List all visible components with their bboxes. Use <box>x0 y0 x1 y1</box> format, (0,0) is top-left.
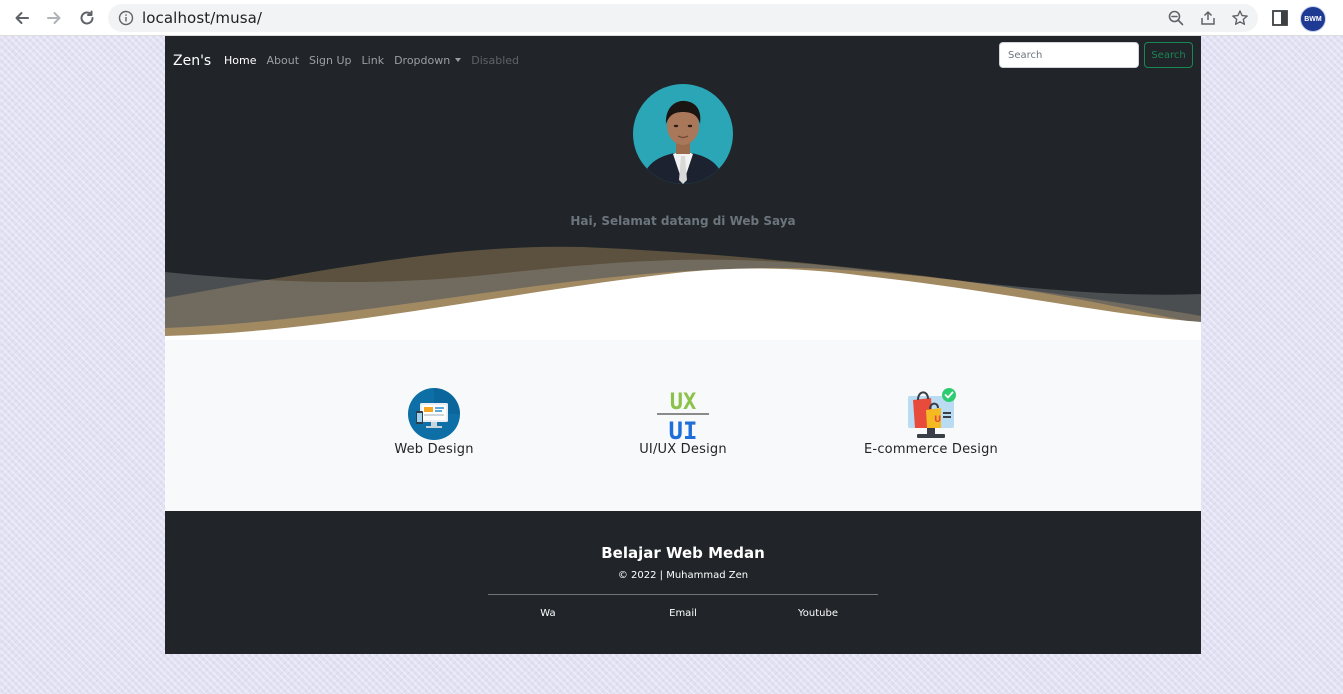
profile-avatar[interactable]: BWM <box>1300 6 1326 32</box>
service-uiux-design: UX UI UI/UX Design <box>583 386 783 457</box>
nav-links: Home About Sign Up Link Dropdown Disable… <box>219 54 524 67</box>
monitor-icon <box>408 388 460 440</box>
welcome-text: Hai, Selamat datang di Web Saya <box>570 214 796 228</box>
navbar-brand[interactable]: Zen's <box>173 53 211 69</box>
url-text[interactable]: localhost/musa/ <box>142 9 262 27</box>
browser-toolbar: localhost/musa/ BWM <box>0 0 1343 36</box>
nav-link-home[interactable]: Home <box>219 54 261 67</box>
footer-copyright: © 2022 | Muhammad Zen <box>617 570 749 581</box>
svg-text:UX: UX <box>670 390 697 415</box>
nav-link-sign-up[interactable]: Sign Up <box>304 54 357 67</box>
service-ecommerce-design: U E-commerce Design <box>831 386 1031 457</box>
zoom-icon[interactable] <box>1167 9 1185 27</box>
search-input[interactable] <box>999 42 1139 68</box>
reload-icon[interactable] <box>75 6 99 30</box>
nav-link-disabled: Disabled <box>471 54 520 67</box>
search-button[interactable]: Search <box>1144 42 1193 68</box>
footer-link-email[interactable]: Email <box>623 608 743 619</box>
hero-wave <box>165 246 1201 342</box>
share-icon[interactable] <box>1199 9 1217 27</box>
service-label: Web Design <box>394 442 474 457</box>
back-icon[interactable] <box>10 6 34 30</box>
ux-ui-icon: UX UI <box>657 390 709 442</box>
nav-dropdown-label: Dropdown <box>394 54 451 67</box>
footer-link-youtube[interactable]: Youtube <box>758 608 878 619</box>
footer-link-wa[interactable]: Wa <box>488 608 608 619</box>
forward-icon[interactable] <box>42 6 66 30</box>
info-icon[interactable] <box>118 10 134 26</box>
bookmark-star-icon[interactable] <box>1231 9 1249 27</box>
svg-text:UI: UI <box>669 417 698 442</box>
nav-dropdown[interactable]: Dropdown <box>389 54 466 67</box>
shopping-bag-icon: U <box>908 388 956 438</box>
side-panel-icon[interactable] <box>1270 8 1290 28</box>
services-section: Web Design UX UI UI/UX Design U E-commer… <box>165 340 1201 511</box>
nav-link-about[interactable]: About <box>261 54 304 67</box>
service-web-design: Web Design <box>334 386 534 457</box>
svg-text:U: U <box>934 415 941 425</box>
footer-divider <box>488 594 878 595</box>
profile-photo <box>633 84 733 184</box>
service-label: UI/UX Design <box>639 442 727 457</box>
nav-link-link[interactable]: Link <box>357 54 390 67</box>
web-page: Zen's Home About Sign Up Link Dropdown D… <box>165 36 1201 654</box>
footer: Belajar Web Medan © 2022 | Muhammad Zen … <box>165 511 1201 654</box>
navbar: Zen's Home About Sign Up Link Dropdown D… <box>165 36 1201 84</box>
address-bar[interactable]: localhost/musa/ <box>108 4 1258 32</box>
caret-down-icon <box>455 58 462 62</box>
hero-section: Zen's Home About Sign Up Link Dropdown D… <box>165 36 1201 342</box>
service-label: E-commerce Design <box>864 442 998 457</box>
footer-title: Belajar Web Medan <box>601 544 765 562</box>
